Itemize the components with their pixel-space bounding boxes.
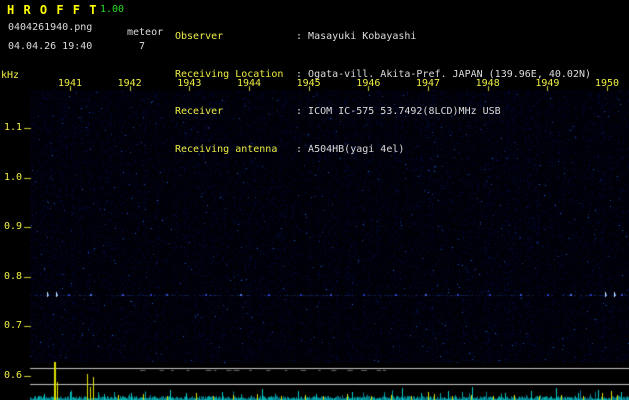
info-value: Masayuki Kobayashi: [308, 31, 417, 42]
info-row-receiver: Receiver: ICOM IC-575 53.7492(8LCD)MHz U…: [175, 106, 591, 119]
app-version: 1.00: [100, 4, 125, 15]
station-info-block: Observer: Masayuki Kobayashi Receiving L…: [175, 6, 591, 181]
x-tick-label: 1949: [535, 78, 560, 89]
y-tick-label: 0.8: [3, 270, 22, 282]
x-tick-label: 1950: [594, 78, 620, 89]
info-separator: :: [296, 106, 309, 117]
info-separator: :: [296, 31, 309, 42]
mode-label: meteor: [127, 27, 164, 38]
info-label: Receiver: [175, 106, 224, 117]
info-value: A504HB(yagi 4el): [308, 143, 405, 155]
x-tick-label: 1946: [356, 78, 381, 89]
x-tick-label: 1945: [296, 78, 321, 89]
info-label: Observer: [175, 31, 224, 42]
y-tick-label: 0.6: [3, 370, 22, 381]
info-row-observer: Observer: Masayuki Kobayashi: [175, 31, 591, 44]
echo-count-value: 7: [139, 41, 146, 52]
output-filename: 0404261940.png: [8, 22, 93, 33]
x-tick-label: 1942: [117, 78, 142, 89]
y-tick-label: 1.0: [3, 171, 22, 183]
info-label: Receiving antenna: [175, 143, 278, 155]
hrofft-output-screen: H R O F F T 1.00 0404261940.png meteor 0…: [0, 0, 629, 400]
y-tick-label: 0.9: [3, 221, 22, 233]
x-tick-label: 1943: [177, 78, 202, 89]
x-tick-label: 1947: [415, 78, 441, 89]
y-axis-unit-label: kHz: [1, 70, 20, 81]
x-tick-label: 1948: [475, 78, 500, 89]
info-row-antenna: Receiving antenna: A504HB(yagi 4el): [175, 144, 591, 157]
datetime-label: 04.04.26 19:40: [8, 41, 93, 52]
y-tick-label: 1.1: [3, 122, 22, 133]
x-tick-label: 1944: [236, 78, 262, 89]
info-separator: :: [296, 143, 309, 155]
x-tick-label: 1941: [57, 78, 83, 89]
info-value: ICOM IC-575 53.7492(8LCD)MHz USB: [308, 106, 501, 117]
y-tick-label: 0.7: [3, 320, 22, 332]
app-title: H R O F F T: [7, 3, 98, 17]
